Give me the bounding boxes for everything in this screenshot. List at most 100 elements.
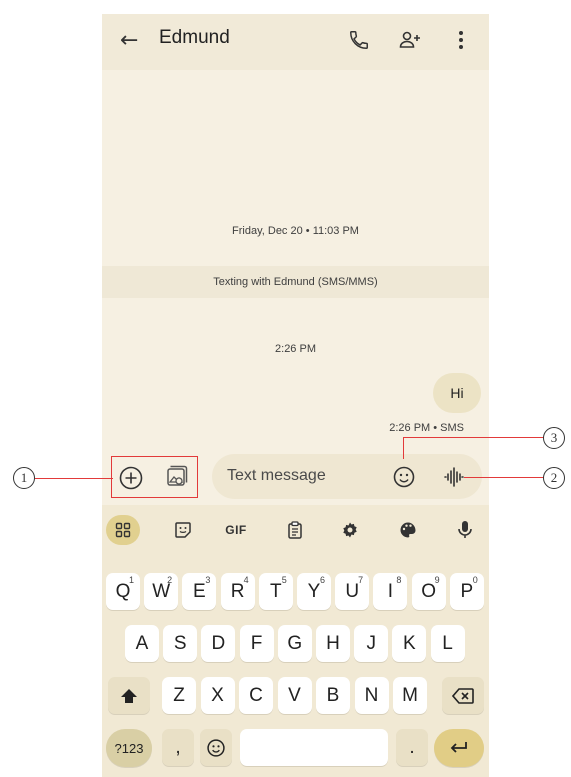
key-r[interactable]: R4 (220, 573, 255, 610)
key-hint: 8 (396, 575, 402, 585)
key-label: U (345, 580, 360, 602)
emoji-icon[interactable] (392, 465, 416, 489)
key-u[interactable]: U7 (335, 573, 370, 610)
callout-line-3a (403, 437, 404, 459)
key-label: M (402, 684, 418, 706)
key-label: F (250, 632, 263, 654)
message-placeholder: Text message (227, 467, 326, 484)
key-o[interactable]: O9 (411, 573, 446, 610)
key-q[interactable]: Q1 (106, 573, 140, 610)
arrow-left-icon[interactable]: ← (120, 28, 138, 53)
key-label: G (287, 632, 303, 654)
key-f[interactable]: F (239, 625, 274, 662)
key-hint: 6 (319, 575, 325, 585)
enter-key[interactable] (434, 729, 484, 767)
key-hint: 3 (205, 575, 211, 585)
key-hint: 5 (281, 575, 287, 585)
key-i[interactable]: I8 (373, 573, 408, 610)
clipboard-icon[interactable] (280, 515, 310, 545)
key-hint: 0 (472, 575, 478, 585)
key-label: P (460, 580, 474, 602)
key-hint: 9 (434, 575, 440, 585)
key-label: I (387, 580, 394, 602)
add-person-icon[interactable] (396, 26, 424, 54)
key-label: J (366, 632, 376, 654)
key-y[interactable]: Y6 (297, 573, 331, 610)
key-label: X (211, 684, 224, 706)
shift-key[interactable] (108, 677, 150, 714)
key-x[interactable]: X (200, 677, 235, 714)
time-label: 2:26 PM (275, 343, 316, 355)
keyboard-toolbar: GIF (102, 505, 489, 553)
key-label: Y (307, 580, 321, 602)
key-label: N (364, 684, 379, 706)
key-s[interactable]: S (163, 625, 198, 662)
key-b[interactable]: B (316, 677, 350, 714)
settings-icon[interactable] (335, 515, 365, 545)
key-k[interactable]: K (392, 625, 427, 662)
palette-icon[interactable] (393, 515, 423, 545)
key-label: A (135, 632, 149, 654)
gif-button[interactable]: GIF (221, 515, 251, 545)
messaging-screen: ← Edmund Friday, Dec 20 • 11:03 PM Texti… (102, 14, 489, 777)
more-vert-icon[interactable] (447, 26, 475, 54)
phone-icon[interactable] (345, 26, 373, 54)
mic-icon[interactable] (450, 515, 480, 545)
compose-bar: Text message (102, 451, 489, 505)
contact-name: Edmund (159, 27, 230, 48)
key-g[interactable]: G (277, 625, 312, 662)
emoji-key[interactable] (200, 729, 232, 766)
key-t[interactable]: T5 (258, 573, 293, 610)
key-l[interactable]: L (430, 625, 465, 662)
key-w[interactable]: W2 (144, 573, 179, 610)
key-n[interactable]: N (354, 677, 389, 714)
callout-1: 1 (13, 467, 35, 489)
date-label: Friday, Dec 20 • 11:03 PM (232, 225, 359, 237)
key-d[interactable]: D (201, 625, 236, 662)
key-hint: 1 (128, 575, 134, 585)
callout-line-1 (35, 478, 113, 479)
key-label: B (326, 684, 340, 706)
key-z[interactable]: Z (162, 677, 196, 714)
apps-grid-icon[interactable] (106, 515, 140, 545)
key-c[interactable]: C (239, 677, 273, 714)
key-label: V (288, 684, 301, 706)
key-hint: 7 (358, 575, 364, 585)
callout-3: 3 (543, 427, 565, 449)
plus-circle-icon[interactable] (118, 465, 144, 491)
space-key[interactable] (240, 729, 388, 766)
key-p[interactable]: P0 (449, 573, 484, 610)
message-meta: 2:26 PM • SMS (389, 422, 464, 434)
sms-banner: Texting with Edmund (SMS/MMS) (102, 266, 489, 298)
sent-message-bubble[interactable]: Hi (433, 373, 481, 413)
key-m[interactable]: M (393, 677, 427, 714)
key-h[interactable]: H (316, 625, 350, 662)
voice-waveform-icon[interactable] (442, 465, 466, 489)
backspace-key[interactable] (442, 677, 484, 714)
period-key[interactable]: . (396, 729, 428, 766)
key-hint: 4 (243, 575, 249, 585)
key-label: T (269, 580, 282, 602)
key-j[interactable]: J (354, 625, 389, 662)
key-label: Z (173, 684, 185, 706)
key-e[interactable]: E3 (182, 573, 217, 610)
key-a[interactable]: A (125, 625, 159, 662)
comma-key[interactable]: , (162, 729, 194, 766)
key-v[interactable]: V (277, 677, 312, 714)
keyboard: GIF Q1W2E3R4T5Y6U7I8O9P0 ASDFGHJKL ZXCVB… (102, 505, 489, 777)
key-label: E (193, 580, 206, 602)
sticker-icon[interactable] (168, 515, 198, 545)
conversation-area: Friday, Dec 20 • 11:03 PM Texting with E… (102, 70, 489, 460)
callout-line-2 (464, 477, 544, 478)
callout-line-3b (403, 437, 544, 438)
message-input[interactable]: Text message (212, 454, 482, 499)
callout-2: 2 (543, 467, 565, 489)
key-label: K (403, 632, 416, 654)
key-label: S (173, 632, 187, 654)
key-label: D (211, 632, 226, 654)
gallery-icon[interactable] (164, 463, 190, 489)
key-label: R (230, 580, 245, 602)
key-label: H (326, 632, 340, 654)
symbols-key[interactable]: ?123 (106, 729, 152, 767)
app-bar: ← Edmund (102, 14, 489, 70)
